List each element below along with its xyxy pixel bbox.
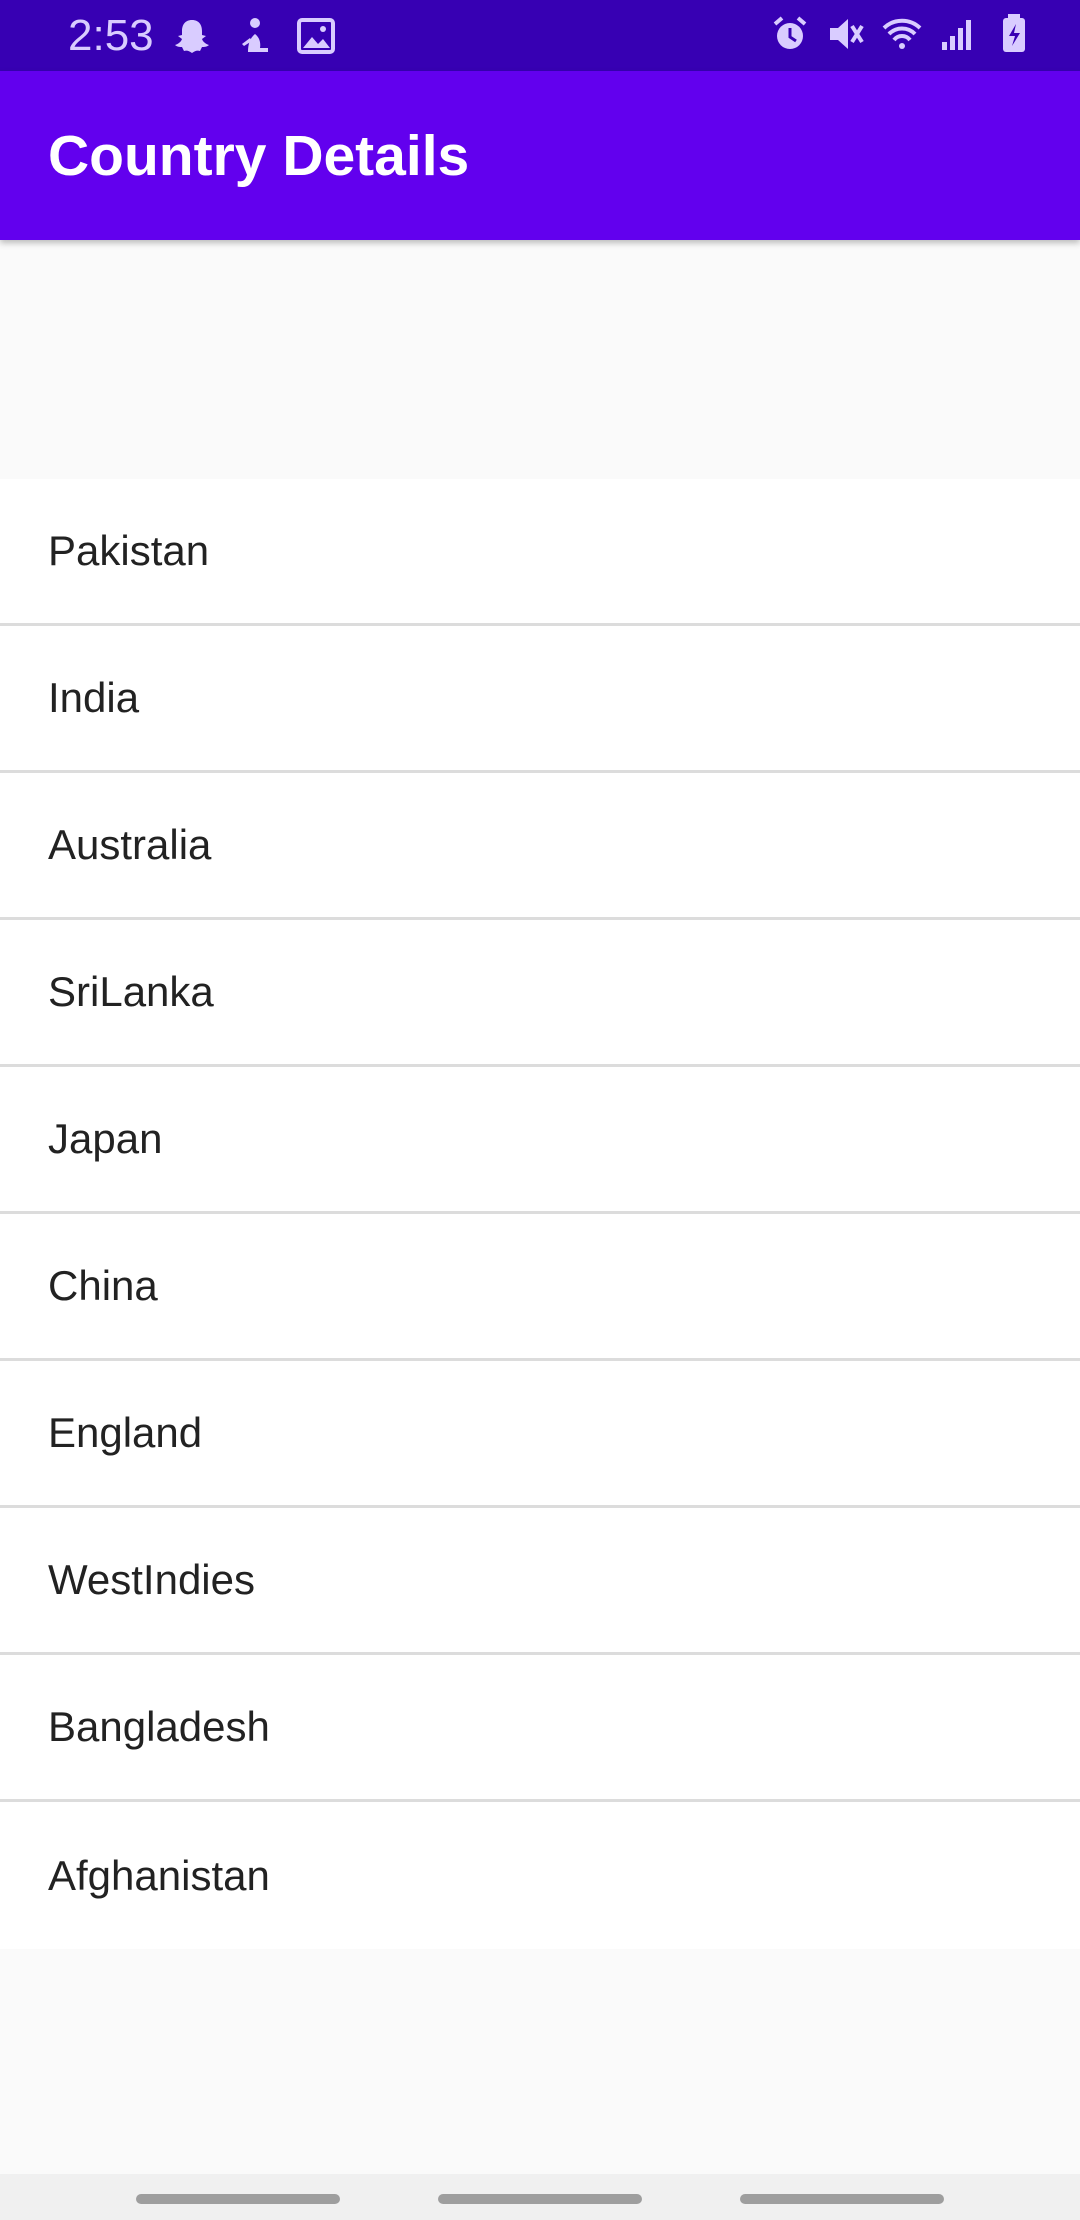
list-item-label: Pakistan <box>48 527 210 574</box>
alarm-icon <box>770 12 810 56</box>
list-item-label: SriLanka <box>48 968 214 1015</box>
page-title: Country Details <box>48 124 470 188</box>
list-item[interactable]: Australia <box>0 773 1080 920</box>
mute-icon <box>826 12 866 56</box>
list-item-label: Afghanistan <box>48 1851 270 1899</box>
recent-apps-button[interactable] <box>136 2194 340 2204</box>
signal-icon <box>938 12 978 56</box>
image-icon <box>296 14 336 58</box>
app-bar: Country Details <box>0 71 1080 240</box>
home-button[interactable] <box>438 2194 642 2204</box>
notification-figure-icon <box>234 14 274 58</box>
list-item-label: Japan <box>48 1115 163 1162</box>
list-item-label: Bangladesh <box>48 1703 270 1750</box>
battery-charging-icon <box>994 12 1034 56</box>
status-time: 2:53 <box>68 11 154 60</box>
status-bar: 2:53 <box>0 0 1080 71</box>
list-item[interactable]: Bangladesh <box>0 1655 1080 1802</box>
back-button[interactable] <box>740 2194 944 2204</box>
country-list: Pakistan India Australia SriLanka Japan … <box>0 479 1080 1949</box>
list-item[interactable]: SriLanka <box>0 920 1080 1067</box>
list-item[interactable]: England <box>0 1361 1080 1508</box>
list-item[interactable]: India <box>0 626 1080 773</box>
list-item-label: China <box>48 1262 158 1309</box>
navigation-bar <box>0 2174 1080 2220</box>
list-item-label: England <box>48 1409 203 1456</box>
list-item[interactable]: Afghanistan <box>0 1802 1080 1949</box>
list-item[interactable]: WestIndies <box>0 1508 1080 1655</box>
status-right-icons <box>770 12 1034 56</box>
list-item[interactable]: Pakistan <box>0 479 1080 626</box>
list-item-label: WestIndies <box>48 1556 255 1603</box>
snapchat-icon <box>172 14 212 58</box>
list-item-label: India <box>48 674 140 721</box>
list-item[interactable]: Japan <box>0 1067 1080 1214</box>
list-item-label: Australia <box>48 821 212 868</box>
status-left-icons <box>172 14 336 58</box>
list-item[interactable]: China <box>0 1214 1080 1361</box>
wifi-icon <box>882 12 922 56</box>
